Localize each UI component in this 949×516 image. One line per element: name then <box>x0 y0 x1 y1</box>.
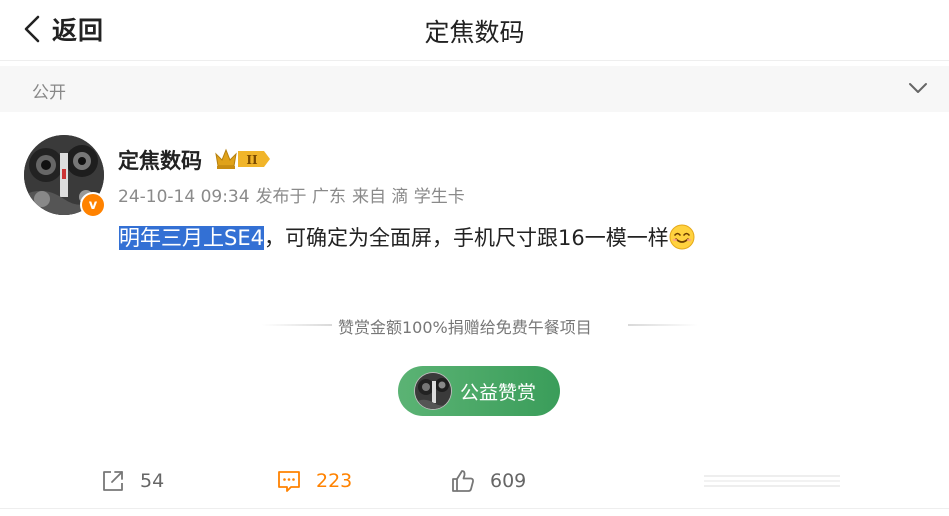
post-meta: 24-10-14 09:34 发布于 广东 来自 滴 学生卡 <box>118 182 471 207</box>
top-bar: 返回 定焦数码 <box>0 0 949 58</box>
post-location: 发布于 广东 <box>255 187 346 207</box>
share-count: 54 <box>140 470 165 492</box>
header-divider <box>0 60 949 61</box>
post-source[interactable]: 来自 滴 学生卡 <box>352 187 465 207</box>
verified-badge: v <box>80 192 106 218</box>
crown-level: II <box>246 153 258 167</box>
selected-text: 明年三月上SE4 <box>119 226 264 250</box>
comment-button[interactable]: 223 <box>276 466 352 496</box>
share-icon <box>103 471 123 491</box>
reward-divider-left <box>262 324 332 326</box>
reward-avatar-image <box>415 373 451 409</box>
crown-badge-icon[interactable]: II <box>214 146 272 172</box>
charity-reward-button[interactable]: 公益赞赏 <box>398 366 560 416</box>
like-button[interactable]: 609 <box>450 466 526 496</box>
post-timestamp: 24-10-14 09:34 <box>118 187 250 207</box>
reward-note-text: 赞赏金额100%捐赠给免费午餐项目 <box>338 318 592 337</box>
like-count: 609 <box>490 470 527 492</box>
reward-note: 赞赏金额100%捐赠给免费午餐项目 <box>0 312 949 338</box>
chevron-down-icon[interactable] <box>907 79 929 97</box>
comment-count: 223 <box>316 470 353 492</box>
visibility-selector[interactable]: 公开 <box>0 66 949 112</box>
page-title: 定焦数码 <box>424 18 525 47</box>
comment-icon <box>278 471 300 492</box>
reward-avatar <box>414 372 452 410</box>
reward-divider-right <box>628 324 698 326</box>
smile-emoji-icon <box>669 224 695 250</box>
bottom-divider <box>0 508 949 509</box>
visibility-label: 公开 <box>32 83 66 103</box>
username[interactable]: 定焦数码 <box>118 145 202 175</box>
post-text-rest: ，可确定为全面屏，手机尺寸跟16一模一样 <box>263 226 669 250</box>
post-content: 明年三月上SE4，可确定为全面屏，手机尺寸跟16一模一样 <box>119 222 695 254</box>
reward-button-label: 公益赞赏 <box>460 381 537 404</box>
overlay-lines <box>704 475 840 487</box>
thumbs-up-icon <box>452 470 474 492</box>
share-button[interactable]: 54 <box>100 466 164 496</box>
